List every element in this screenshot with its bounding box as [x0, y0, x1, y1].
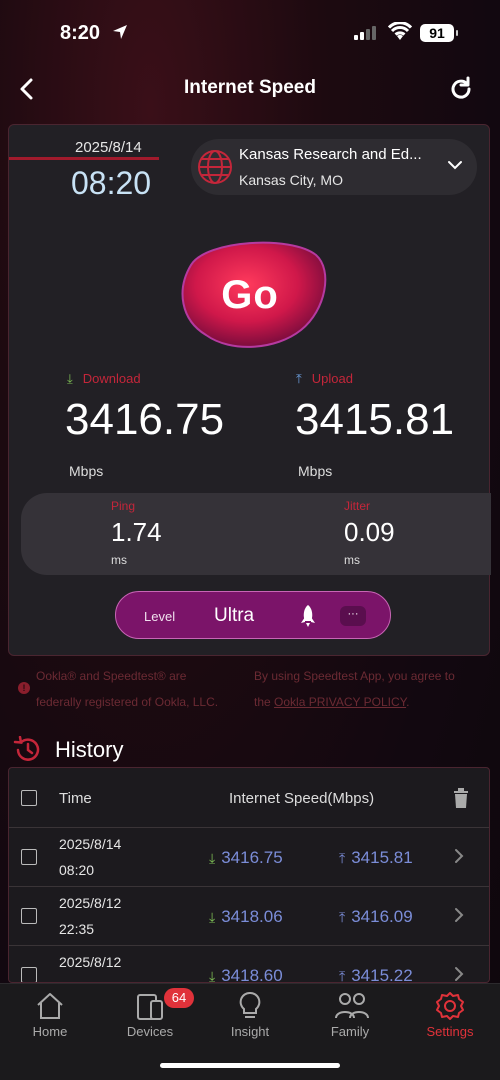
download-arrow-icon: ⤓	[67, 371, 73, 386]
disclaimer-right-line2: the Ookla PRIVACY POLICY.	[254, 695, 410, 709]
row-checkbox[interactable]	[21, 908, 37, 924]
go-label: Go	[221, 273, 279, 317]
page-title: Internet Speed	[184, 77, 316, 98]
disclaimer-right-line1: By using Speedtest App, you agree to	[254, 669, 455, 683]
row-download: ⤓ 3418.60	[209, 966, 283, 983]
nav-bar: Internet Speed	[0, 64, 500, 114]
table-row[interactable]: 2025/8/12 22:35 ⤓ 3418.06 ⤒ 3416.09	[9, 887, 489, 946]
level-pill[interactable]: Level Ultra ···	[115, 591, 391, 639]
server-city: Kansas City, MO	[239, 172, 343, 188]
tab-home-label: Home	[32, 1024, 68, 1039]
jitter-unit: ms	[344, 553, 360, 567]
home-icon	[37, 993, 63, 1019]
tab-family[interactable]: Family	[300, 984, 400, 1044]
gear-icon	[436, 992, 464, 1020]
row-upload: ⤒ 3416.09	[339, 907, 413, 926]
jitter-value: 0.09	[344, 517, 395, 547]
download-arrow-icon: ⤓	[209, 968, 216, 983]
home-indicator	[160, 1063, 340, 1068]
row-time: 08:20	[59, 862, 95, 878]
ping-value: 1.74	[111, 517, 162, 547]
chevron-right-icon	[455, 908, 464, 922]
row-upload: ⤒ 3415.81	[339, 848, 413, 867]
location-arrow-icon	[113, 25, 127, 39]
battery-icon: 91	[420, 24, 458, 42]
tab-insight[interactable]: Insight	[200, 984, 300, 1044]
tab-insight-label: Insight	[230, 1024, 270, 1039]
upload-arrow-icon: ⤒	[339, 850, 346, 866]
ping-label: Ping	[111, 499, 136, 513]
row-upload: ⤒ 3415.22	[339, 966, 413, 983]
level-value: Ultra	[214, 605, 255, 626]
chevron-right-icon	[455, 849, 464, 863]
status-time: 8:20	[60, 22, 101, 44]
row-download: ⤓ 3418.06	[209, 907, 283, 926]
row-checkbox[interactable]	[21, 849, 37, 865]
disclaimer-left-line1: Ookla® and Speedtest® are	[36, 669, 187, 683]
history-table-header: Time Internet Speed(Mbps)	[9, 768, 489, 828]
test-time: 08:20	[71, 165, 152, 201]
row-time: 22:35	[59, 921, 95, 937]
tab-family-label: Family	[330, 1024, 370, 1039]
tab-devices[interactable]: 64 Devices	[100, 984, 200, 1044]
refresh-icon[interactable]	[446, 74, 476, 104]
trash-icon[interactable]	[453, 788, 469, 808]
select-all-checkbox[interactable]	[21, 790, 37, 806]
row-checkbox[interactable]	[21, 967, 37, 982]
rocket-icon	[301, 605, 315, 627]
wifi-icon	[388, 22, 412, 40]
server-selector[interactable]: Kansas Research and Ed... Kansas City, M…	[191, 139, 477, 195]
tab-devices-label: Devices	[126, 1024, 174, 1039]
history-clock-icon	[13, 736, 40, 761]
table-row[interactable]: 2025/8/12 ⤓ 3418.60 ⤒ 3415.22	[9, 946, 489, 983]
devices-badge: 64	[164, 988, 194, 1008]
row-download: ⤓ 3416.75	[209, 848, 283, 867]
row-date: 2025/8/12	[59, 895, 122, 911]
go-button[interactable]: Go	[171, 235, 329, 351]
row-date: 2025/8/14	[59, 836, 122, 852]
disclaimer-left-line2: federally registered of Ookla, LLC.	[36, 695, 219, 709]
info-icon: !	[18, 682, 30, 694]
column-header-speed: Internet Speed(Mbps)	[229, 790, 375, 807]
upload-arrow-icon: ⤒	[339, 968, 346, 983]
speed-test-card: 2025/8/14 08:20 Kansas Research and Ed..…	[8, 124, 491, 656]
devices-icon	[137, 994, 163, 1020]
tab-settings-label: Settings	[426, 1024, 474, 1039]
history-title: History	[55, 737, 124, 762]
chevron-down-icon	[448, 161, 462, 170]
column-header-time: Time	[59, 790, 92, 807]
ping-unit: ms	[111, 553, 127, 567]
upload-label: ⤒ Upload	[296, 371, 353, 386]
cellular-signal-icon	[354, 26, 376, 40]
upload-arrow-icon: ⤒	[339, 909, 346, 925]
test-date: 2025/8/14	[75, 139, 142, 156]
upload-value: 3415.81	[295, 395, 455, 444]
globe-icon	[198, 150, 232, 184]
table-row[interactable]: 2025/8/14 08:20 ⤓ 3416.75 ⤒ 3415.81	[9, 828, 489, 887]
status-bar: 8:20 91	[0, 0, 500, 64]
lightbulb-icon	[239, 991, 261, 1018]
download-label: ⤓ Download	[67, 371, 141, 386]
privacy-policy-link[interactable]: Ookla PRIVACY POLICY	[274, 695, 406, 709]
download-arrow-icon: ⤓	[209, 909, 216, 925]
level-label: Level	[144, 609, 176, 624]
server-name: Kansas Research and Ed...	[239, 146, 422, 163]
chevron-right-icon	[455, 967, 464, 981]
family-icon	[335, 993, 369, 1019]
tab-home[interactable]: Home	[0, 984, 100, 1044]
more-button[interactable]: ···	[340, 606, 366, 626]
upload-unit: Mbps	[298, 463, 333, 479]
row-date: 2025/8/12	[59, 954, 122, 970]
download-unit: Mbps	[69, 463, 104, 479]
download-arrow-icon: ⤓	[209, 850, 216, 866]
download-value: 3416.75	[65, 395, 225, 444]
legal-disclaimer: ! Ookla® and Speedtest® are federally re…	[0, 666, 500, 716]
upload-arrow-icon: ⤒	[296, 371, 302, 386]
jitter-label: Jitter	[344, 499, 371, 513]
history-table: Time Internet Speed(Mbps) 2025/8/14 08:2…	[8, 767, 490, 983]
tab-settings[interactable]: Settings	[400, 984, 500, 1044]
ping-jitter-panel: Ping 1.74 ms Jitter 0.09 ms	[21, 493, 491, 575]
date-accent-line	[9, 157, 159, 160]
